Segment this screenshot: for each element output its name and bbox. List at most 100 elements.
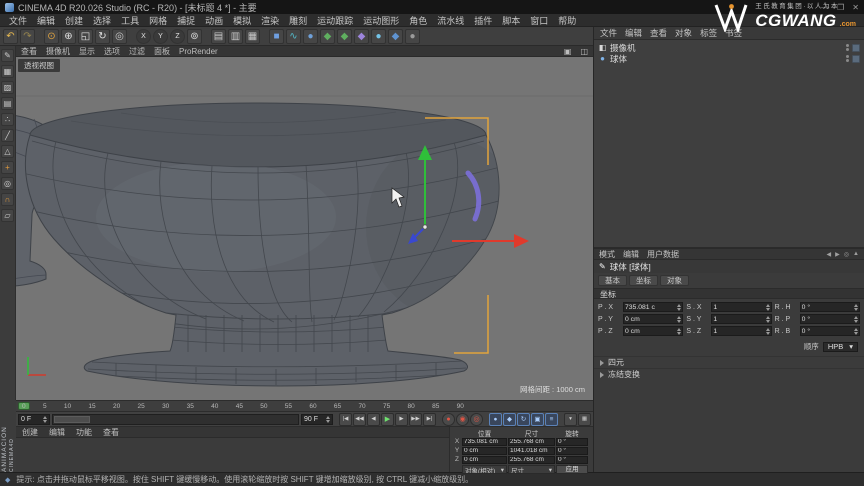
attribute-menu-item[interactable]: 用户数据 [647, 249, 679, 260]
size-field[interactable]: 1041.018 cm [508, 446, 555, 455]
go-to-start-button[interactable]: |◀ [339, 412, 352, 426]
separator[interactable] [37, 29, 42, 44]
menu-item[interactable]: 模拟 [228, 14, 256, 27]
attribute-menu-item[interactable]: 模式 [599, 249, 615, 260]
menu-item[interactable]: 运动图形 [358, 14, 404, 27]
viewport-menu-item[interactable]: ProRender [179, 47, 218, 56]
play-button[interactable]: ▶ [381, 412, 394, 426]
spline-pen-icon[interactable]: ∿ [286, 28, 301, 44]
object-row-sphere[interactable]: ● 球体 [594, 53, 864, 64]
z-axis-lock-icon[interactable]: Z [170, 28, 185, 44]
make-editable-icon[interactable]: ✎ [1, 49, 14, 62]
lock-icon[interactable]: ▲ [853, 251, 859, 258]
value-field[interactable]: 1 [711, 326, 772, 336]
keyframe-presets-button[interactable]: ▾ [564, 412, 577, 426]
viewport-menu-item[interactable]: 过滤 [129, 46, 145, 57]
edges-mode-icon[interactable]: ╱ [1, 129, 14, 142]
material-menu-item[interactable]: 查看 [103, 427, 119, 438]
value-field[interactable]: 0 cm [623, 314, 684, 324]
render-settings-icon[interactable]: ▥ [228, 28, 243, 44]
value-field[interactable]: 0 ° [799, 314, 860, 324]
viewport-canvas[interactable]: 透视视图 网格间距 : 1000 cm [16, 57, 593, 400]
visibility-dots[interactable] [846, 55, 849, 62]
menu-item[interactable]: 动画 [200, 14, 228, 27]
record-options-button[interactable]: ◎ [470, 412, 483, 426]
frame-spinner[interactable] [43, 415, 47, 423]
object-manager-menu-item[interactable]: 对象 [675, 27, 692, 39]
mograph-icon[interactable]: ◆ [388, 28, 403, 44]
scale-tool-icon[interactable]: ◱ [78, 28, 93, 44]
polygons-mode-icon[interactable]: △ [1, 145, 14, 158]
workplane-mode-icon[interactable]: ▤ [1, 97, 14, 110]
attribute-menu-item[interactable]: 编辑 [623, 249, 639, 260]
attribute-group[interactable]: 冻结变换 [594, 368, 864, 380]
position-field[interactable]: 735.081 cm [462, 437, 507, 446]
menu-item[interactable]: 插件 [469, 14, 497, 27]
material-menu-item[interactable]: 功能 [76, 427, 92, 438]
menu-item[interactable]: 雕刻 [284, 14, 312, 27]
viewport-menu-item[interactable]: 摄像机 [46, 46, 70, 57]
timeline-ruler[interactable]: 0 5 10 15 20 25 30 35 40 45 50 55 60 65 70 75 80 85 90 [16, 400, 593, 411]
redo-icon[interactable]: ↷ [20, 28, 35, 44]
position-mode-select[interactable]: 对象(相对) ▾ [462, 465, 507, 474]
menu-item[interactable]: 流水线 [432, 14, 469, 27]
position-field[interactable]: 0 cm [462, 446, 507, 455]
coordinates-section-header[interactable]: 坐标 [594, 288, 864, 299]
menu-item[interactable]: 运动跟踪 [312, 14, 358, 27]
four-view-icon[interactable]: ◫ [580, 47, 588, 56]
menu-item[interactable]: 编辑 [32, 14, 60, 27]
rotation-field[interactable]: 0 ° [556, 446, 588, 455]
menu-item[interactable]: 文件 [4, 14, 32, 27]
rotation-field[interactable]: 0 ° [556, 455, 588, 464]
current-frame-field[interactable]: 0 F [18, 413, 50, 425]
move-tool-icon[interactable]: ⊕ [61, 28, 76, 44]
object-tag-icon[interactable] [852, 43, 860, 52]
object-manager-menu-item[interactable]: 文件 [600, 27, 617, 39]
workplane-snap-icon[interactable]: ▱ [1, 209, 14, 222]
frame-range-slider[interactable] [52, 413, 299, 425]
coordinate-system-icon[interactable]: ⊚ [187, 28, 202, 44]
menu-item[interactable]: 脚本 [497, 14, 525, 27]
menu-item[interactable]: 捕捉 [172, 14, 200, 27]
value-field[interactable]: 0 ° [799, 326, 860, 336]
generator-icon[interactable]: ◆ [320, 28, 335, 44]
attribute-tab[interactable]: 基本 [598, 275, 627, 286]
render-view-icon[interactable]: ▤ [211, 28, 226, 44]
key-rotation-button[interactable]: ↻ [517, 412, 530, 426]
enable-axis-icon[interactable]: + [1, 161, 14, 174]
live-selection-icon[interactable]: ⊙ [44, 28, 59, 44]
position-field[interactable]: 0 cm [462, 455, 507, 464]
next-frame-button[interactable]: ▶ [395, 412, 408, 426]
subdivision-surface-icon[interactable]: ● [303, 28, 318, 44]
value-field[interactable]: 1 [711, 314, 772, 324]
render-picture-viewer-icon[interactable]: ▦ [245, 28, 260, 44]
model-mode-icon[interactable]: ▦ [1, 65, 14, 78]
menu-item[interactable]: 角色 [404, 14, 432, 27]
viewport-menu-item[interactable]: 面板 [154, 46, 170, 57]
menu-item[interactable]: 渲染 [256, 14, 284, 27]
viewport-menu-item[interactable]: 显示 [79, 46, 95, 57]
environment-icon[interactable]: ● [371, 28, 386, 44]
separator[interactable] [204, 29, 209, 44]
object-row-camera[interactable]: ◧ 摄像机 [594, 42, 864, 53]
value-field[interactable]: 0 cm [623, 326, 684, 336]
history-back-icon[interactable]: ◀ [827, 251, 832, 258]
next-key-button[interactable]: ▶▶ [409, 412, 422, 426]
menu-item[interactable]: 工具 [116, 14, 144, 27]
size-field[interactable]: 255.768 cm [508, 437, 555, 446]
record-keyframe-button[interactable]: ● [442, 412, 455, 426]
object-manager-menu-item[interactable]: 编辑 [625, 27, 642, 39]
menu-item[interactable]: 帮助 [553, 14, 581, 27]
value-field[interactable]: 735.081 c [623, 302, 684, 312]
key-position-button[interactable]: ● [489, 412, 502, 426]
x-axis-lock-icon[interactable]: X [136, 28, 151, 44]
object-tag-icon[interactable] [852, 54, 860, 63]
texture-mode-icon[interactable]: ▨ [1, 81, 14, 94]
size-field[interactable]: 255.768 cm [508, 455, 555, 464]
attribute-group[interactable]: 四元 [594, 356, 864, 368]
rotation-order-select[interactable]: HPB ▾ [822, 341, 858, 352]
key-scale-button[interactable]: ◆ [503, 412, 516, 426]
menu-item[interactable]: 网格 [144, 14, 172, 27]
previous-frame-button[interactable]: ◀ [367, 412, 380, 426]
viewport-menu-item[interactable]: 查看 [21, 46, 37, 57]
